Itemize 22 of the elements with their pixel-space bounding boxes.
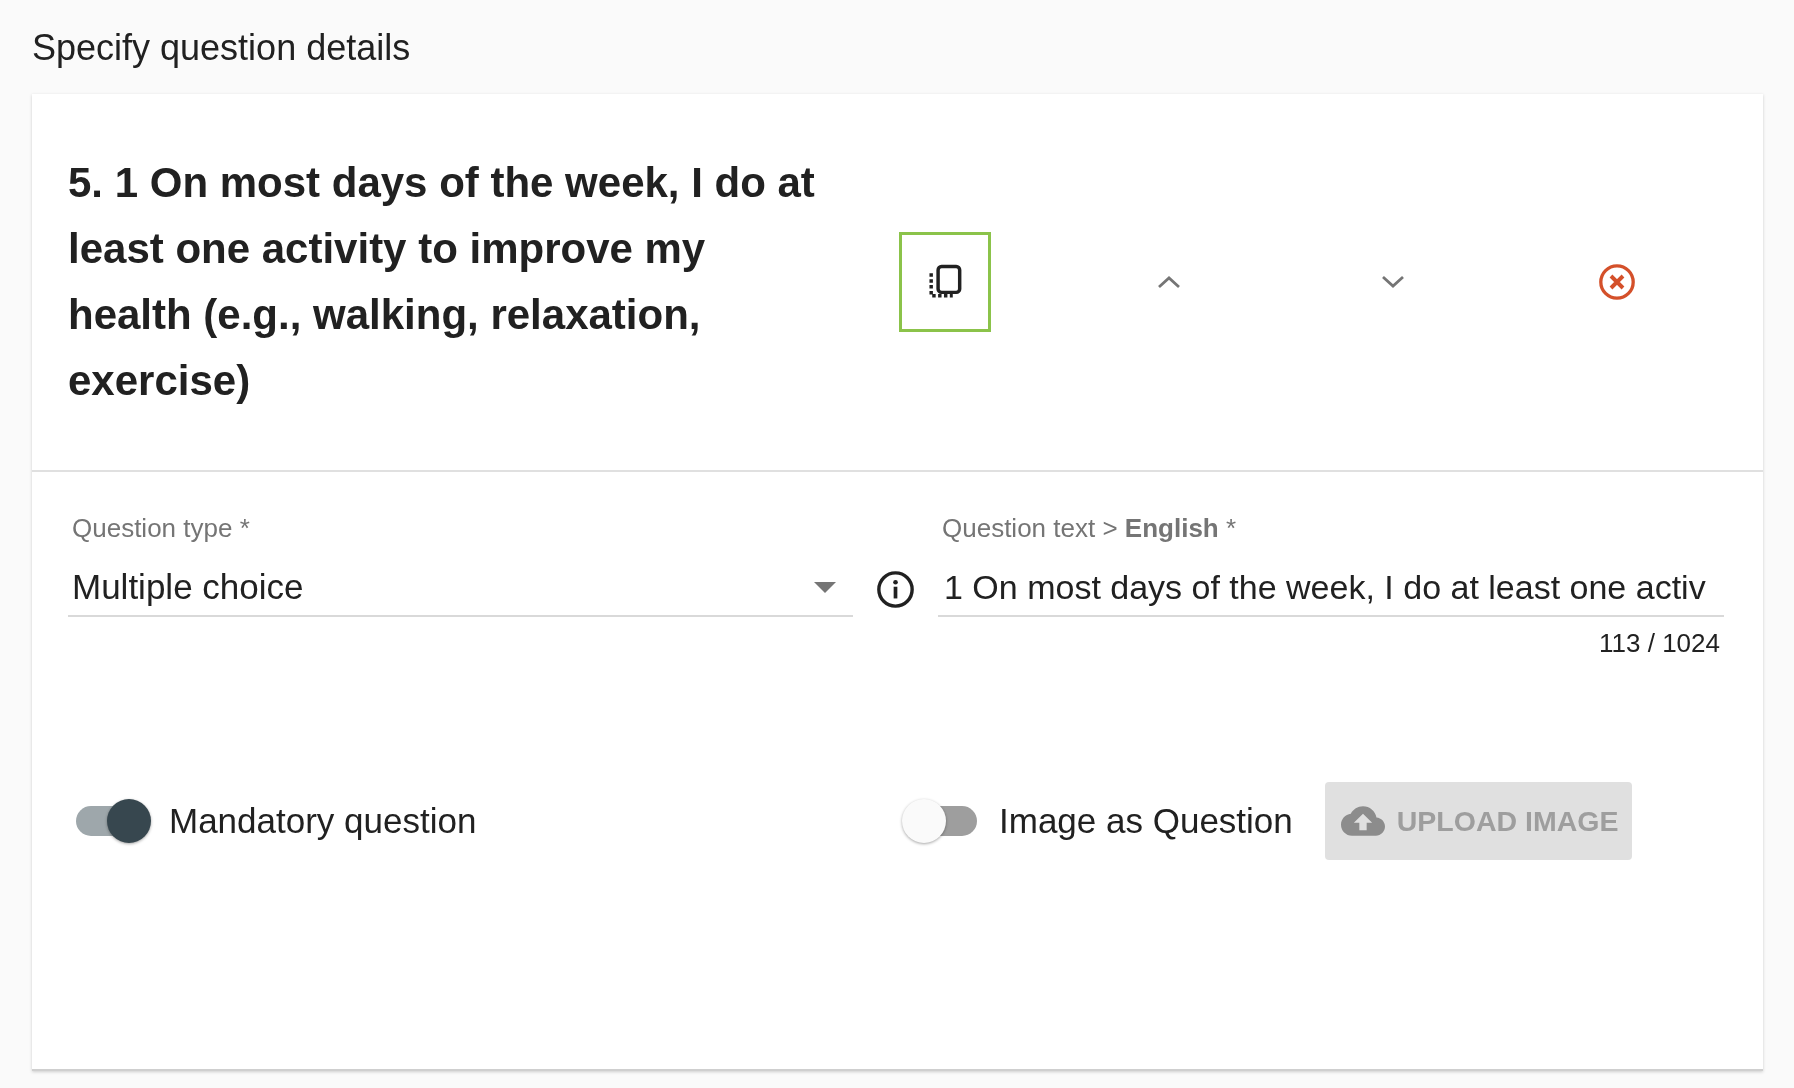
character-counter: 113 / 1024 bbox=[1599, 628, 1721, 658]
toggle-switch[interactable] bbox=[902, 799, 979, 843]
toggle-label: Mandatory question bbox=[169, 801, 477, 841]
layered-rectangles-icon bbox=[926, 263, 964, 301]
chevron-down-icon bbox=[1381, 275, 1405, 289]
cloud-upload-icon bbox=[1340, 806, 1385, 836]
caret-down-icon bbox=[814, 581, 836, 593]
page-title: Specify question details bbox=[32, 28, 411, 68]
duplicate-button[interactable] bbox=[899, 232, 991, 332]
question-type-select[interactable]: Multiple choice bbox=[68, 567, 853, 617]
field-label: Question text > English* bbox=[941, 513, 1237, 543]
move-up-button[interactable] bbox=[1157, 275, 1181, 289]
question-text-field[interactable]: 1 On most days of the week, I do at least one activ bbox=[938, 567, 1724, 617]
info-icon bbox=[877, 571, 914, 608]
toggle-switch[interactable] bbox=[74, 799, 151, 843]
toggle-label: Image as Question bbox=[999, 801, 1293, 841]
close-circle-icon bbox=[1599, 264, 1635, 300]
chevron-up-icon bbox=[1157, 275, 1181, 289]
move-down-button[interactable] bbox=[1381, 275, 1405, 289]
field-label: Question type * bbox=[71, 513, 250, 543]
delete-button[interactable] bbox=[1599, 264, 1635, 300]
question-title: 5. 1 On most days of the week, I do at least one activity to improve my health (e.g., walking, relaxation, exercise) bbox=[68, 158, 816, 406]
